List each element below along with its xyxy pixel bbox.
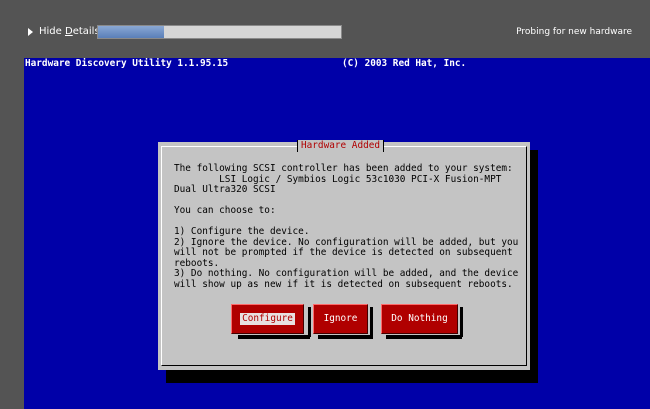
dialog-title: Hardware Added bbox=[297, 140, 385, 152]
copyright-text: (C) 2003 Red Hat, Inc. bbox=[342, 58, 467, 69]
ignore-button-shadow-side bbox=[370, 307, 373, 337]
progress-bar-fill bbox=[98, 26, 164, 38]
progress-bar bbox=[97, 25, 342, 39]
do-nothing-button-label: Do Nothing bbox=[391, 313, 448, 324]
dialog-message: The following SCSI controller has been a… bbox=[174, 163, 519, 290]
hardware-added-dialog: Hardware Added The following SCSI contro… bbox=[158, 140, 530, 370]
hide-details-label: Hide Details bbox=[39, 26, 100, 37]
configure-button-shadow-side bbox=[308, 307, 311, 337]
configure-button[interactable]: Configure bbox=[231, 304, 304, 334]
do-nothing-button[interactable]: Do Nothing bbox=[381, 304, 458, 334]
hide-details-toggle[interactable]: Hide Details bbox=[28, 26, 100, 38]
configure-button-label: Configure bbox=[240, 313, 295, 325]
configure-button-shadow bbox=[238, 335, 310, 339]
expander-triangle-icon bbox=[28, 28, 33, 36]
terminal-header: Hardware Discovery Utility 1.1.95.15 (C)… bbox=[24, 58, 650, 70]
utility-title: Hardware Discovery Utility 1.1.95.15 bbox=[25, 58, 229, 69]
ignore-button-label: Ignore bbox=[323, 313, 358, 324]
ignore-button-shadow bbox=[318, 335, 373, 339]
ignore-button[interactable]: Ignore bbox=[313, 304, 368, 334]
top-bar: Hide Details Probing for new hardware bbox=[0, 0, 650, 58]
do-nothing-button-shadow bbox=[386, 335, 462, 339]
status-text: Probing for new hardware bbox=[516, 27, 632, 37]
do-nothing-button-shadow-side bbox=[460, 307, 463, 337]
